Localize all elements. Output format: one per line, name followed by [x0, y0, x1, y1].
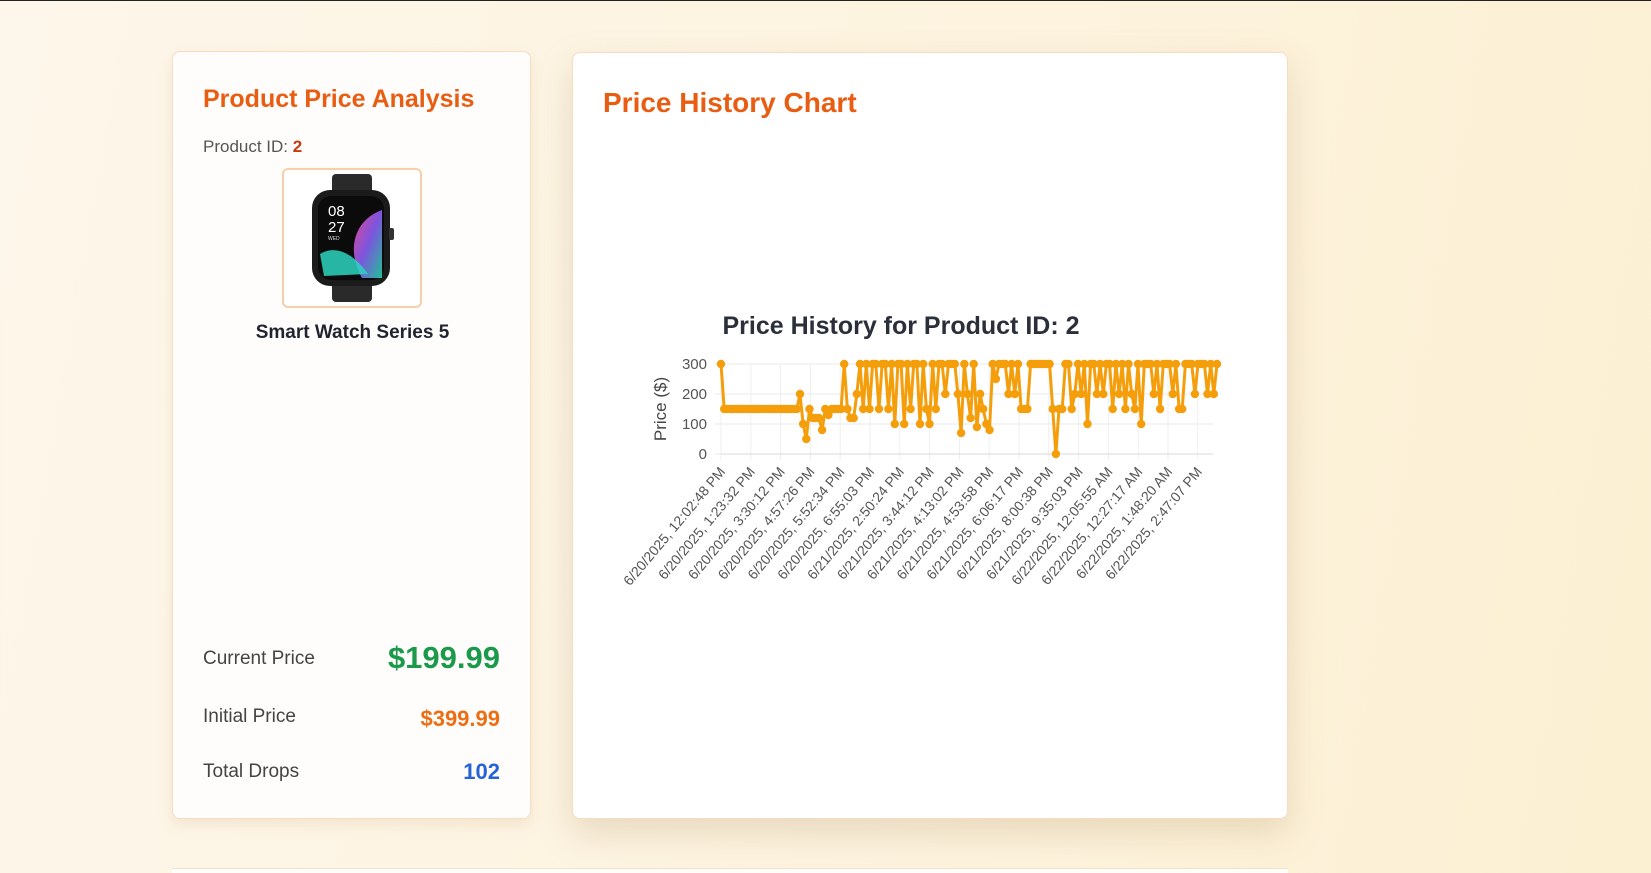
price-point [991, 374, 1001, 384]
price-point [925, 419, 934, 429]
price-point [1155, 404, 1165, 414]
price-point [966, 413, 975, 423]
price-point [1137, 419, 1146, 429]
watch-hour-text: 08 [328, 203, 345, 220]
price-point [979, 404, 988, 414]
chart-title: Price History for Product ID: 2 [722, 312, 1079, 340]
price-point [840, 359, 849, 369]
price-point [919, 359, 928, 369]
price-point [1149, 389, 1158, 399]
price-point [798, 419, 808, 429]
price-point [953, 389, 963, 399]
price-point [1121, 404, 1130, 414]
price-point [906, 404, 915, 414]
current-price-value: $199.99 [387, 640, 500, 675]
y-tick-label: 200 [682, 386, 707, 403]
price-point [1099, 389, 1108, 399]
watch-day-text: WED [328, 236, 340, 242]
price-point [817, 425, 827, 435]
price-point [849, 413, 858, 423]
price-point [900, 419, 909, 429]
price-point [890, 419, 899, 429]
price-point [941, 389, 950, 399]
price-point [960, 359, 969, 369]
price-point [1077, 389, 1086, 399]
price-point [716, 359, 726, 369]
price-point [852, 389, 861, 399]
price-point [1127, 389, 1136, 399]
price-point [1108, 404, 1117, 414]
price-point [1190, 389, 1200, 399]
product-id-row: Product ID: 2 [203, 137, 302, 157]
product-info-card: Product Price Analysis Product ID: 2 08 … [172, 51, 531, 819]
price-point [1114, 389, 1124, 399]
price-point [865, 404, 874, 414]
price-point [795, 389, 805, 399]
price-point [1212, 359, 1222, 369]
total-drops-value: 102 [463, 759, 500, 784]
y-tick-label: 100 [682, 416, 707, 433]
y-axis-label: Price ($) [651, 377, 670, 441]
price-point [814, 413, 824, 423]
price-point [985, 425, 994, 435]
price-point [922, 404, 931, 414]
price-point [950, 359, 959, 369]
price-point [1171, 359, 1181, 369]
price-point [1045, 359, 1054, 369]
price-point [975, 389, 985, 399]
price-point [884, 404, 893, 414]
price-point [1010, 389, 1019, 399]
product-id-label: Product ID: [203, 137, 289, 156]
price-point [1051, 449, 1061, 459]
price-point [1067, 404, 1076, 414]
price-point [915, 419, 925, 429]
price-point [874, 404, 884, 414]
product-name: Smart Watch Series 5 [255, 322, 450, 343]
price-point [956, 428, 966, 438]
price-point [792, 404, 801, 414]
price-point [1023, 404, 1032, 414]
product-analysis-title: Product Price Analysis [203, 85, 475, 113]
next-card-edge [172, 868, 1288, 873]
price-point [1013, 359, 1023, 369]
smartwatch-image: 08 27 WED [312, 174, 394, 302]
total-drops-label: Total Drops [203, 761, 300, 782]
current-price-label: Current Price [203, 648, 315, 669]
price-point [1083, 419, 1092, 429]
price-point [802, 434, 811, 444]
initial-price-label: Initial Price [203, 706, 296, 727]
price-point [963, 389, 972, 399]
price-history-chart: Price History for Product ID: 2 0 100 200 30… [620, 312, 1222, 588]
product-id-value: 2 [292, 137, 303, 156]
price-point [1064, 359, 1073, 369]
price-history-card: Price History Chart Price History for Pr… [572, 52, 1288, 819]
price-point [1178, 404, 1187, 414]
price-point [1130, 404, 1140, 414]
price-point [1168, 389, 1177, 399]
price-point [931, 404, 940, 414]
price-point [805, 404, 814, 414]
price-point [1058, 404, 1067, 414]
y-tick-label: 0 [699, 446, 707, 463]
y-tick-label: 300 [682, 356, 707, 373]
price-point [969, 359, 978, 369]
price-point [843, 404, 852, 414]
price-point [972, 422, 982, 432]
price-point [1209, 389, 1218, 399]
initial-price-value: $399.99 [420, 706, 500, 731]
watch-minute-text: 27 [328, 219, 345, 236]
product-image: 08 27 WED [282, 168, 422, 308]
price-point [1124, 359, 1133, 369]
